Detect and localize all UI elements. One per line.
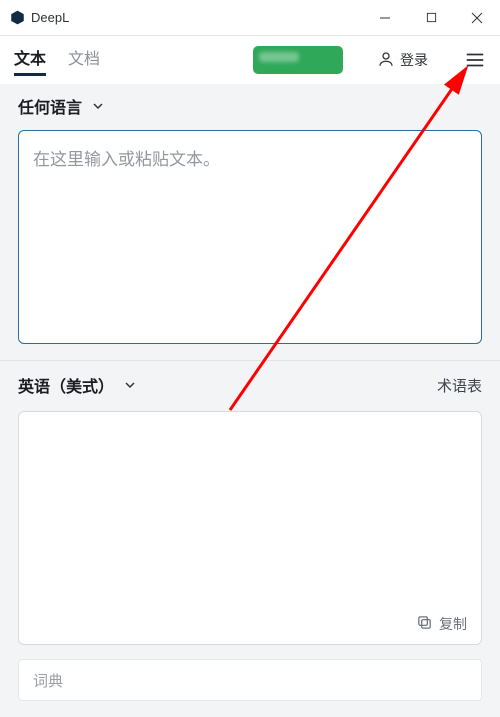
copy-button[interactable]: 复制 — [416, 614, 467, 634]
user-icon — [377, 50, 395, 71]
source-placeholder: 在这里输入或粘贴文本。 — [33, 145, 467, 170]
minimize-button[interactable] — [362, 0, 408, 35]
window-controls — [362, 0, 500, 35]
copy-icon — [416, 614, 433, 634]
login-button[interactable]: 登录 — [377, 50, 428, 71]
chevron-down-icon — [90, 98, 106, 114]
divider — [0, 360, 500, 361]
source-language-selector[interactable]: 任何语言 — [0, 84, 500, 126]
top-navigation: 文本 文档 登录 — [0, 36, 500, 84]
window-title: DeepL — [31, 10, 362, 25]
target-language-label: 英语（美式） — [18, 373, 114, 397]
window-titlebar: DeepL — [0, 0, 500, 36]
tab-document[interactable]: 文档 — [68, 45, 100, 75]
target-text-output: 复制 — [18, 411, 482, 645]
login-label: 登录 — [400, 50, 428, 70]
promo-banner[interactable] — [253, 46, 343, 74]
hamburger-menu-button[interactable] — [464, 49, 486, 71]
dictionary-placeholder: 词典 — [33, 670, 63, 691]
target-language-selector[interactable]: 英语（美式） — [18, 373, 138, 397]
source-language-label: 任何语言 — [18, 94, 82, 118]
source-text-input[interactable]: 在这里输入或粘贴文本。 — [18, 130, 482, 344]
maximize-button[interactable] — [408, 0, 454, 35]
glossary-button[interactable]: 术语表 — [437, 375, 482, 396]
copy-label: 复制 — [439, 614, 467, 634]
target-language-bar: 英语（美式） 术语表 — [0, 363, 500, 405]
dictionary-input[interactable]: 词典 — [18, 659, 482, 701]
tab-text[interactable]: 文本 — [14, 45, 46, 75]
app-logo-icon — [10, 10, 25, 25]
close-button[interactable] — [454, 0, 500, 35]
chevron-down-icon — [122, 377, 138, 393]
